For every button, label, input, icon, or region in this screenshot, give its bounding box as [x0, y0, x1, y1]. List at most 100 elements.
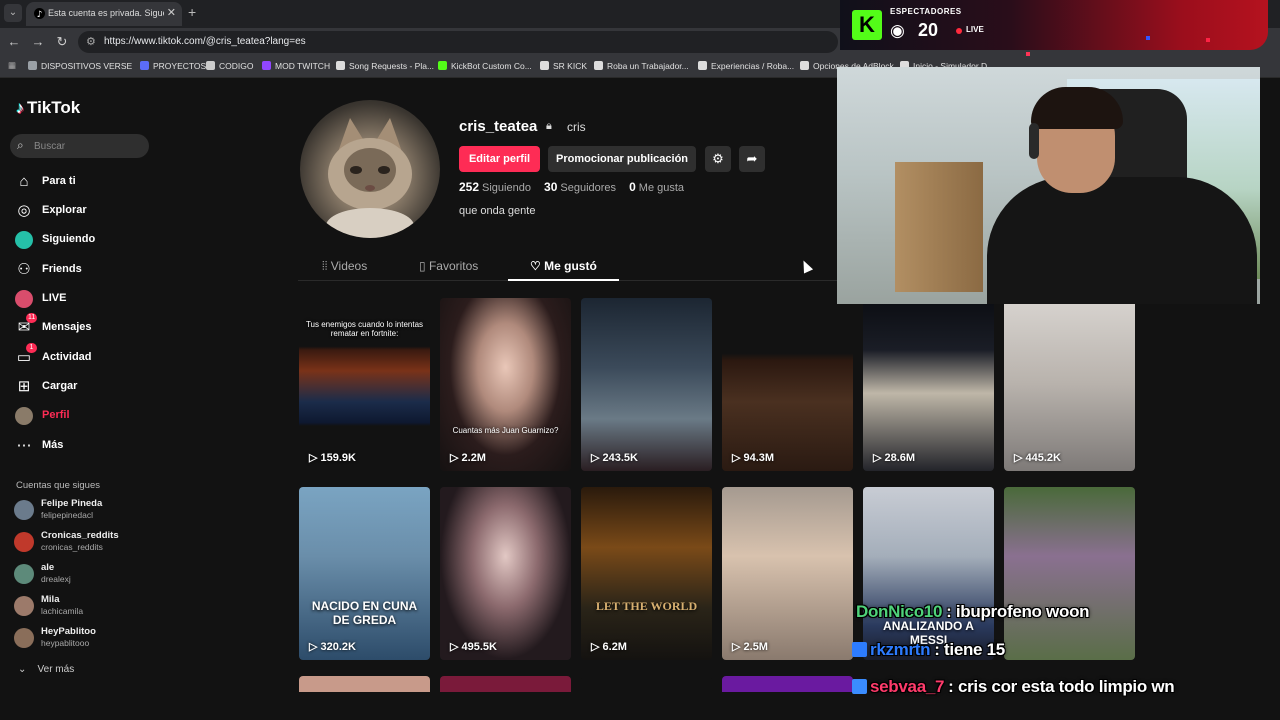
video-thumbnail-partial[interactable] [722, 676, 853, 692]
followed-account[interactable]: Felipe Pineda felipepinedacl [14, 496, 154, 524]
chat-text: : tiene 15 [934, 640, 1005, 659]
sidebar-item-actividad[interactable]: ▭ 1 Actividad [14, 343, 154, 372]
following-avatar [15, 231, 33, 249]
sidebar-item-cargar[interactable]: ⊞ Cargar [14, 375, 154, 401]
bookmark-item[interactable]: CODIGO [206, 61, 253, 71]
bookmark-favicon-icon [262, 61, 271, 70]
tab-liked[interactable]: ♡ Me gustó [530, 259, 597, 273]
sidebar-item-más[interactable]: ⋯ Más [14, 434, 154, 460]
sidebar-item-para-ti[interactable]: ⌂ Para ti [14, 170, 154, 196]
bookmark-item[interactable]: PROYECTOS [140, 61, 206, 71]
video-thumbnail-partial[interactable] [440, 676, 571, 692]
bookmark-item[interactable]: SR KICK [540, 61, 587, 71]
followed-account[interactable]: HeyPablitoo heypablitooo [14, 624, 154, 652]
following-label: Siguiendo [482, 182, 531, 194]
chat-message: sebvaa_7: cris cor esta todo limpio wn [852, 677, 1175, 697]
bookmark-item[interactable]: MOD TWITCH [262, 61, 330, 71]
tab-search-button[interactable]: ⌄ [4, 4, 22, 22]
forward-arrow-icon[interactable]: → [30, 34, 46, 49]
bookmark-item[interactable]: DISPOSITIVOS VERSE [28, 61, 132, 71]
tab-favorites-label: Favoritos [428, 259, 479, 273]
sidebar-item-explorar[interactable]: ◎ Explorar [14, 199, 154, 225]
bookmark-item[interactable]: Song Requests - Pla... [336, 61, 434, 71]
bookmark-favicon-icon [140, 61, 149, 70]
account-name: Felipe Pineda [41, 498, 103, 509]
video-thumbnail[interactable]: ▷ 28.6M [863, 298, 994, 471]
video-thumbnail[interactable]: ▷ 94.3M [722, 298, 853, 471]
video-thumbnail[interactable]: Cuantas más Juan Guarnizo? ▷ 2.2M [440, 298, 571, 471]
followers-count: 30 [544, 180, 558, 194]
chat-username: rkzmrtn [870, 640, 931, 659]
see-more-link[interactable]: ⌄ Ver más [18, 664, 74, 675]
friends-icon: ⚇ [17, 261, 31, 278]
video-thumbnail[interactable]: LET THE WORLD ▷ 6.2M [581, 487, 712, 660]
profile-avatar[interactable] [300, 100, 440, 238]
view-count-value: 28.6M [884, 452, 916, 464]
video-thumbnail[interactable]: ▷ 243.5K [581, 298, 712, 471]
url-text[interactable]: https://www.tiktok.com/@cris_teatea?lang… [104, 36, 306, 47]
play-icon: ▷ [309, 452, 321, 464]
avatar [14, 564, 34, 584]
sidebar-item-friends[interactable]: ⚇ Friends [14, 258, 154, 284]
video-view-count: ▷ 243.5K [591, 451, 638, 464]
bookmark-label: DISPOSITIVOS VERSE [41, 61, 133, 71]
video-thumbnail[interactable]: ▷ 2.5M [722, 487, 853, 660]
following-stat[interactable]: 252 Siguiendo [459, 180, 531, 194]
search-input[interactable] [34, 137, 142, 155]
account-handle: cronicas_reddits [41, 542, 103, 552]
video-thumbnail-partial[interactable] [299, 676, 430, 692]
account-handle: felipepinedacl [41, 510, 93, 520]
sidebar-item-siguiendo[interactable]: Siguiendo [14, 228, 154, 254]
video-thumbnail-partial[interactable] [581, 676, 712, 692]
search-box[interactable]: ⌕ [10, 134, 149, 158]
video-thumbnail[interactable]: NACIDO EN CUNA DE GREDA ▷ 320.2K [299, 487, 430, 660]
bookmark-item[interactable]: Experiencias / Roba... [698, 61, 794, 71]
view-count-value: 495.5K [461, 641, 497, 653]
bookmark-item[interactable]: Roba un Trabajador... [594, 61, 689, 71]
play-icon: ▷ [591, 452, 603, 464]
followed-account[interactable]: Mila lachicamila [14, 592, 154, 620]
tab-close-icon[interactable]: ✕ [167, 6, 176, 19]
video-thumbnail[interactable]: ▷ 495.5K [440, 487, 571, 660]
view-count-value: 2.5M [743, 641, 768, 653]
heart-icon: ♡ [530, 259, 541, 273]
tab-videos[interactable]: ⦙⦙ Videos [322, 259, 367, 274]
play-icon: ▷ [732, 641, 744, 653]
sidebar-item-live[interactable]: LIVE [14, 287, 154, 313]
account-name: Cronicas_reddits [41, 530, 119, 541]
share-icon[interactable]: ➦ [739, 146, 765, 172]
browser-tab[interactable]: ♪ Esta cuenta es privada. Sigue e... ✕ [26, 2, 182, 26]
cat-avatar-image [326, 118, 414, 238]
play-icon: ▷ [591, 641, 603, 653]
site-info-icon[interactable]: ⚙ [86, 35, 96, 48]
new-tab-button[interactable]: + [188, 4, 196, 20]
chevron-down-icon: ⌄ [18, 664, 27, 675]
kick-logo-icon: K [852, 10, 882, 40]
video-thumbnail[interactable]: Tus enemigos cuando lo intentas rematar … [299, 298, 430, 471]
promote-post-button[interactable]: Promocionar publicación [548, 146, 696, 172]
sidebar-item-label: Mensajes [42, 321, 92, 333]
webcam-person-body [987, 177, 1257, 304]
chat-message: rkzmrtn: tiene 15 [852, 640, 1005, 660]
sidebar-item-perfil[interactable]: Perfil [14, 404, 154, 430]
url-bar[interactable]: ⚙ https://www.tiktok.com/@cris_teatea?la… [78, 31, 838, 53]
reload-icon[interactable]: ↻ [54, 34, 70, 50]
bookmark-item[interactable]: KickBot Custom Co... [438, 61, 532, 71]
back-arrow-icon[interactable]: ← [6, 34, 22, 49]
sidebar-item-mensajes[interactable]: ✉ 11 Mensajes [14, 313, 154, 342]
tiktok-logo[interactable]: ♪ TikTok [16, 98, 80, 118]
account-handle: lachicamila [41, 606, 84, 616]
notification-badge: 11 [26, 313, 38, 323]
edit-profile-button[interactable]: Editar perfil [459, 146, 540, 172]
chat-text: : cris cor esta todo limpio wn [948, 677, 1175, 696]
live-icon [14, 289, 34, 309]
followers-stat[interactable]: 30 Seguidores [544, 180, 616, 194]
followed-account[interactable]: ale drealexj [14, 560, 154, 588]
tab-favorites[interactable]: ▯ Favoritos [419, 259, 478, 273]
apps-grid-icon[interactable]: ▦ [8, 60, 16, 71]
followed-account[interactable]: Cronicas_reddits cronicas_reddits [14, 528, 154, 556]
video-thumbnail[interactable] [1004, 487, 1135, 660]
video-thumbnail[interactable]: ANALIZANDO A MESSI [863, 487, 994, 660]
video-thumbnail[interactable]: ▷ 445.2K [1004, 298, 1135, 471]
settings-gear-icon[interactable]: ⚙ [705, 146, 731, 172]
